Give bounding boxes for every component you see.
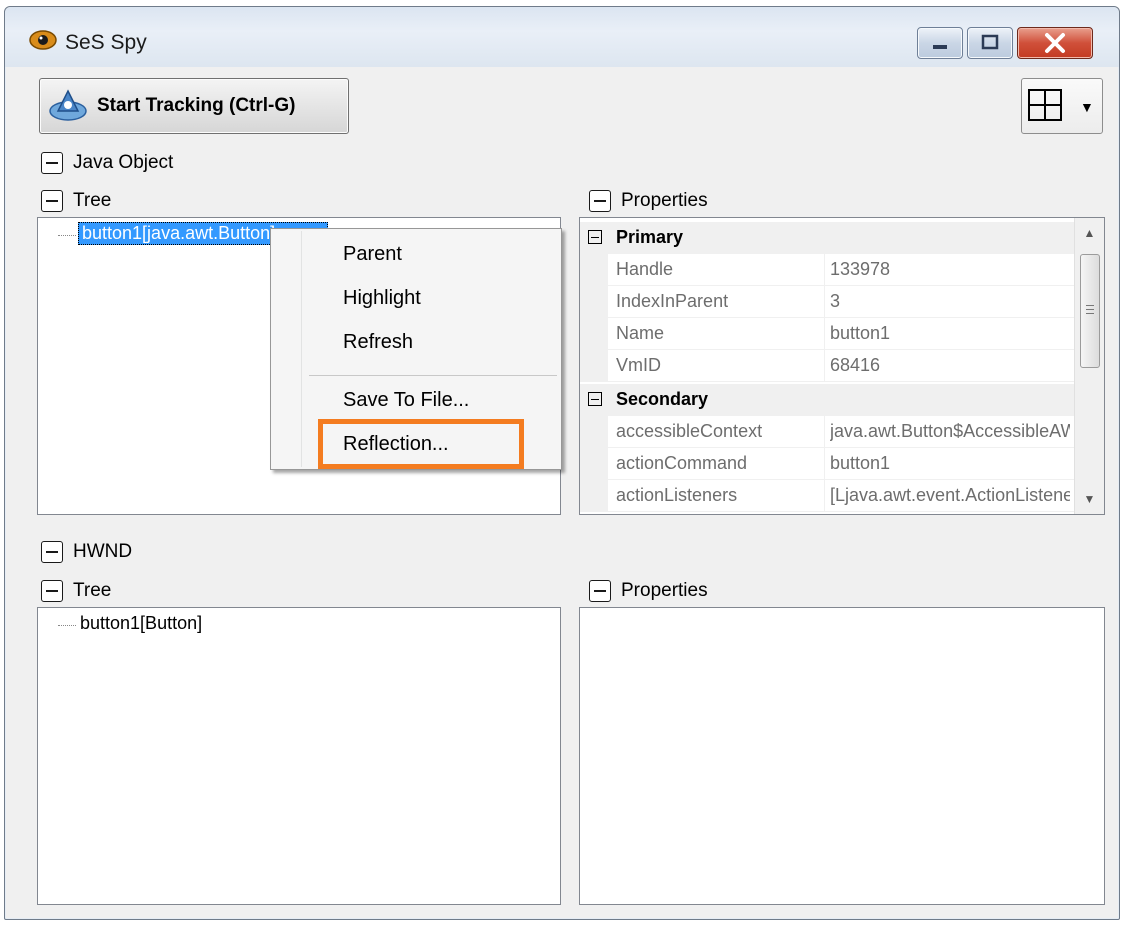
menu-item-highlight[interactable]: Highlight [343,287,421,310]
property-row[interactable]: IndexInParent 3 [580,286,1104,318]
hwnd-tree-label: Tree [73,580,112,601]
menu-item-parent[interactable]: Parent [343,243,402,266]
property-value: button1 [830,453,891,473]
property-value: button1 [830,323,891,343]
ses-spy-window: SeS Spy Start Tracking (Ctrl-G) ▼ Java O… [4,6,1120,920]
java-properties-label: Properties [621,190,708,211]
tree-connector [58,235,76,236]
property-name: accessibleContext [616,421,763,441]
hwnd-properties-label: Properties [621,580,708,601]
scroll-up-icon[interactable]: ▲ [1075,218,1104,248]
java-properties-grid[interactable]: Primary Handle 133978 IndexInParent 3 Na… [579,217,1105,515]
properties-scrollbar[interactable]: ▲ ▼ [1074,218,1104,514]
hwnd-properties-collapse-button[interactable] [589,580,611,602]
menu-item-refresh[interactable]: Refresh [343,331,413,354]
layout-grid-icon [1028,89,1062,121]
hwnd-collapse-button[interactable] [41,541,63,563]
property-row[interactable]: Handle 133978 [580,254,1104,286]
property-value: 68416 [830,355,881,375]
tracking-icon [49,89,87,121]
maximize-button[interactable] [967,27,1013,59]
eye-app-icon [29,30,57,50]
title-bar[interactable]: SeS Spy [5,7,1119,67]
hwnd-properties-grid[interactable] [579,607,1105,905]
java-properties-collapse-button[interactable] [589,190,611,212]
property-name: Handle [616,259,674,279]
start-tracking-button[interactable]: Start Tracking (Ctrl-G) [39,78,349,134]
category-name: Secondary [616,389,709,409]
java-object-collapse-button[interactable] [41,152,63,174]
chevron-down-icon: ▼ [1080,99,1094,115]
property-name: Name [616,323,665,343]
close-button[interactable] [1017,27,1093,59]
scroll-thumb[interactable] [1080,254,1100,368]
property-category-primary[interactable]: Primary [580,222,1104,254]
java-object-section-label: Java Object [73,152,174,173]
close-icon [1045,33,1065,53]
property-row[interactable]: actionListeners [Ljava.awt.event.ActionL… [580,480,1104,512]
category-name: Primary [616,227,684,247]
hwnd-section-label: HWND [73,541,133,562]
property-name: IndexInParent [616,291,729,311]
hwnd-tree-node[interactable]: button1[Button] [80,613,202,634]
property-name: VmID [616,355,661,375]
menu-item-save-to-file[interactable]: Save To File... [343,389,469,412]
category-collapse-icon [588,230,602,244]
hwnd-tree-collapse-button[interactable] [41,580,63,602]
layout-dropdown-button[interactable]: ▼ [1021,78,1103,134]
java-tree-collapse-button[interactable] [41,190,63,212]
property-row[interactable]: VmID 68416 [580,350,1104,382]
property-row[interactable]: actionCommand button1 [580,448,1104,480]
property-row[interactable]: Name button1 [580,318,1104,350]
property-name: actionListeners [616,485,738,505]
property-value: java.awt.Button$AccessibleAWTButton [830,421,1070,441]
minimize-button[interactable] [917,27,963,59]
property-value: [Ljava.awt.event.ActionListener [830,485,1070,505]
category-collapse-icon [588,392,602,406]
scroll-down-icon[interactable]: ▼ [1075,484,1104,514]
java-tree-label: Tree [73,190,112,211]
hwnd-tree-panel[interactable]: button1[Button] [37,607,561,905]
property-value: 3 [830,291,841,311]
property-value: 133978 [830,259,891,279]
window-title: SeS Spy [65,31,147,54]
maximize-icon [981,34,999,50]
tree-connector [58,625,76,626]
property-name: actionCommand [616,453,748,473]
menu-separator [309,375,557,376]
reflection-highlight-annotation [318,419,524,469]
start-tracking-label: Start Tracking (Ctrl-G) [97,95,296,116]
property-category-secondary[interactable]: Secondary [580,384,1104,416]
minimize-icon [933,45,947,49]
property-row[interactable]: accessibleContext java.awt.Button$Access… [580,416,1104,448]
